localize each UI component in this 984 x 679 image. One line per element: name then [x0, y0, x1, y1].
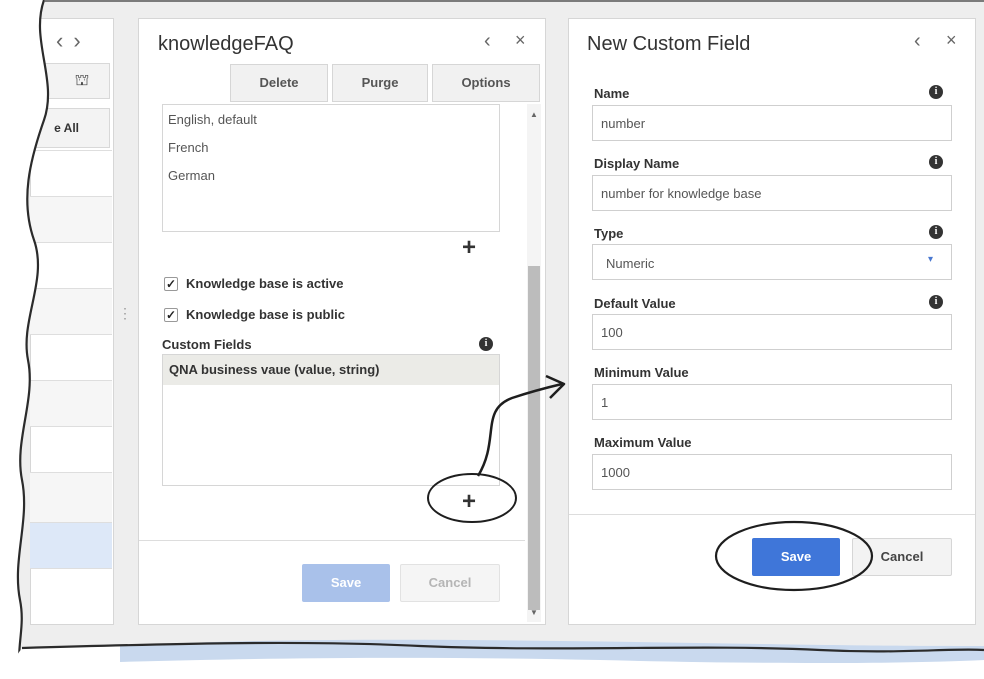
- footer-divider: [139, 540, 525, 541]
- name-label: Name: [594, 86, 630, 101]
- public-checkbox-label: Knowledge base is public: [186, 307, 345, 322]
- custom-field-item[interactable]: QNA business vaue (value, string): [163, 355, 499, 385]
- type-label: Type: [594, 226, 624, 241]
- scrollbar-thumb[interactable]: [528, 266, 540, 610]
- save-button[interactable]: Save: [752, 538, 840, 576]
- active-checkbox[interactable]: ✓: [164, 277, 178, 291]
- purge-button[interactable]: Purge: [332, 64, 428, 102]
- maximum-value-field[interactable]: [592, 454, 952, 490]
- panel-title: New Custom Field: [587, 33, 751, 55]
- info-icon[interactable]: i: [929, 225, 943, 239]
- panel-title: knowledgeFAQ: [158, 33, 294, 55]
- custom-fields-label: Custom Fields: [162, 337, 252, 352]
- language-item[interactable]: German: [168, 168, 215, 183]
- list-row[interactable]: [30, 426, 112, 472]
- info-icon[interactable]: i: [929, 155, 943, 169]
- default-value-label: Default Value: [594, 296, 676, 311]
- close-icon[interactable]: ×: [946, 30, 957, 51]
- chevron-down-icon[interactable]: ▾: [928, 254, 933, 265]
- display-name-field[interactable]: [592, 175, 952, 211]
- save-button-disabled[interactable]: Save: [302, 564, 390, 602]
- add-custom-field-button[interactable]: +: [462, 488, 476, 516]
- default-value-field[interactable]: [592, 314, 952, 350]
- language-item[interactable]: English, default: [168, 112, 257, 127]
- list-row[interactable]: [30, 242, 112, 288]
- maximum-value-label: Maximum Value: [594, 435, 692, 450]
- options-button[interactable]: Options: [432, 64, 540, 102]
- chevron-left-icon[interactable]: ‹: [484, 30, 491, 53]
- list-row[interactable]: [30, 568, 112, 614]
- cancel-button[interactable]: Cancel: [852, 538, 952, 576]
- scroll-down-icon[interactable]: ▼: [530, 608, 538, 617]
- list-row[interactable]: [30, 150, 112, 196]
- bank-button[interactable]: ⛫: [30, 63, 110, 99]
- list-row[interactable]: [30, 472, 112, 522]
- screenshot-canvas: ‹› ⛫ e All ⋮⋮ knowledgeFAQ ‹ × Delete Pu…: [0, 0, 984, 679]
- scroll-up-icon[interactable]: ▲: [530, 110, 538, 119]
- chevron-left-icon[interactable]: ‹: [914, 30, 921, 53]
- language-item[interactable]: French: [168, 140, 208, 155]
- minimum-value-label: Minimum Value: [594, 365, 689, 380]
- list-panel-nav: ‹›: [56, 28, 91, 54]
- type-select-value: Numeric: [606, 256, 655, 271]
- display-name-label: Display Name: [594, 156, 680, 171]
- bank-icon: ⛫: [74, 72, 90, 89]
- add-language-button[interactable]: +: [462, 234, 476, 262]
- footer-divider: [569, 514, 975, 515]
- list-row[interactable]: [30, 380, 112, 426]
- chevron-right-icon[interactable]: ›: [73, 28, 90, 53]
- info-icon[interactable]: i: [929, 295, 943, 309]
- active-checkbox-label: Knowledge base is active: [186, 276, 344, 291]
- close-icon[interactable]: ×: [515, 30, 526, 51]
- minimum-value-field[interactable]: [592, 384, 952, 420]
- list-row[interactable]: [30, 196, 112, 242]
- list-row-selected[interactable]: [30, 522, 112, 568]
- select-all-button[interactable]: e All: [30, 108, 110, 148]
- info-icon[interactable]: i: [929, 85, 943, 99]
- delete-button[interactable]: Delete: [230, 64, 328, 102]
- name-field[interactable]: [592, 105, 952, 141]
- list-row[interactable]: [30, 334, 112, 380]
- info-icon[interactable]: i: [479, 337, 493, 351]
- chevron-left-icon[interactable]: ‹: [56, 28, 73, 53]
- public-checkbox[interactable]: ✓: [164, 308, 178, 322]
- cancel-button-disabled[interactable]: Cancel: [400, 564, 500, 602]
- list-row[interactable]: [30, 288, 112, 334]
